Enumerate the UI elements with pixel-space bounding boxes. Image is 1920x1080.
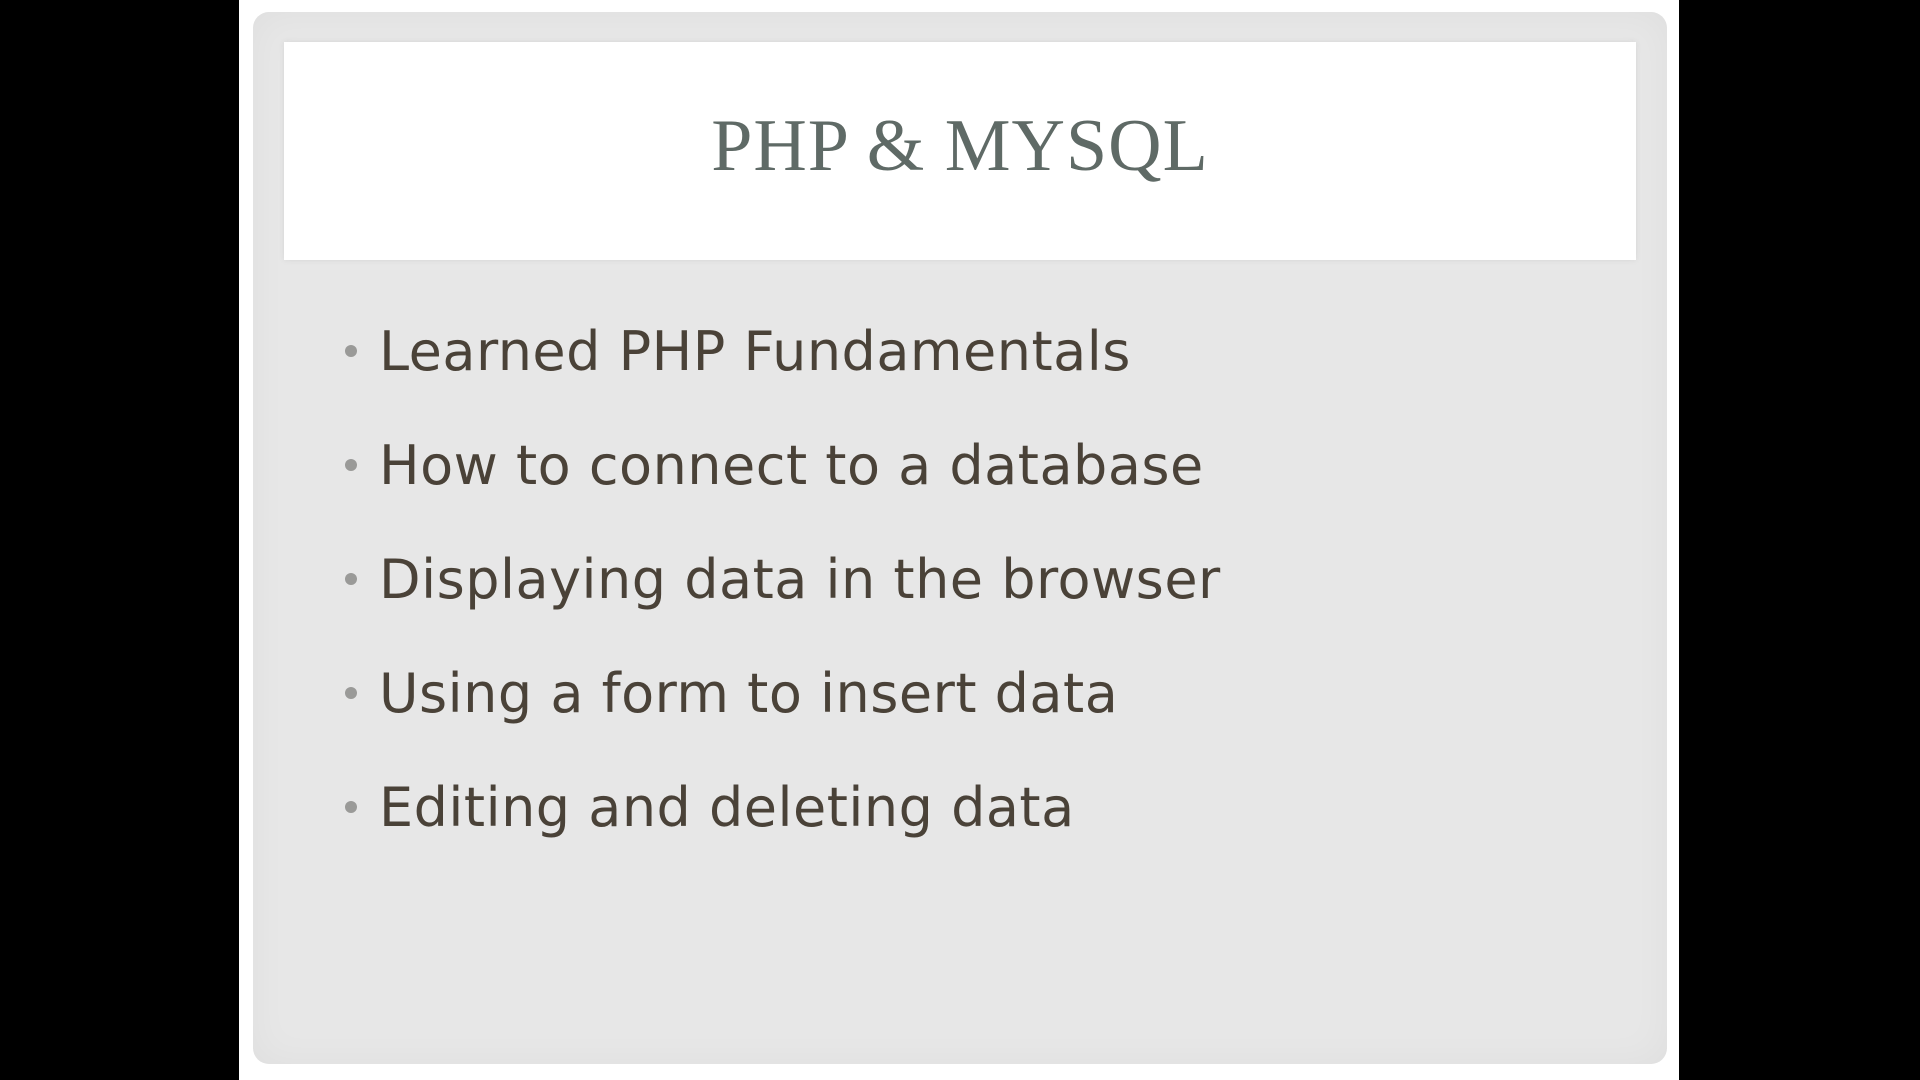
bullet-item: Using a form to insert data bbox=[345, 636, 1221, 750]
bullet-dot-icon bbox=[345, 801, 357, 813]
title-box: PHP & MYSQL bbox=[284, 42, 1636, 260]
slide-frame: PHP & MYSQL Learned PHP Fundamentals How… bbox=[253, 12, 1667, 1064]
bullet-text: How to connect to a database bbox=[379, 433, 1204, 497]
presentation-viewer: PHP & MYSQL Learned PHP Fundamentals How… bbox=[0, 0, 1920, 1080]
bullet-dot-icon bbox=[345, 459, 357, 471]
bullet-text: Using a form to insert data bbox=[379, 661, 1119, 725]
bullet-item: How to connect to a database bbox=[345, 408, 1221, 522]
bullet-item: Editing and deleting data bbox=[345, 750, 1221, 864]
bullet-item: Displaying data in the browser bbox=[345, 522, 1221, 636]
bullet-dot-icon bbox=[345, 687, 357, 699]
bullet-item: Learned PHP Fundamentals bbox=[345, 294, 1221, 408]
slide-title: PHP & MYSQL bbox=[711, 104, 1209, 187]
bullet-text: Learned PHP Fundamentals bbox=[379, 319, 1131, 383]
bullet-dot-icon bbox=[345, 345, 357, 357]
bullet-text: Editing and deleting data bbox=[379, 775, 1075, 839]
bullet-dot-icon bbox=[345, 573, 357, 585]
bullet-list: Learned PHP Fundamentals How to connect … bbox=[345, 294, 1221, 864]
slide: PHP & MYSQL Learned PHP Fundamentals How… bbox=[239, 0, 1679, 1080]
bullet-text: Displaying data in the browser bbox=[379, 547, 1221, 611]
